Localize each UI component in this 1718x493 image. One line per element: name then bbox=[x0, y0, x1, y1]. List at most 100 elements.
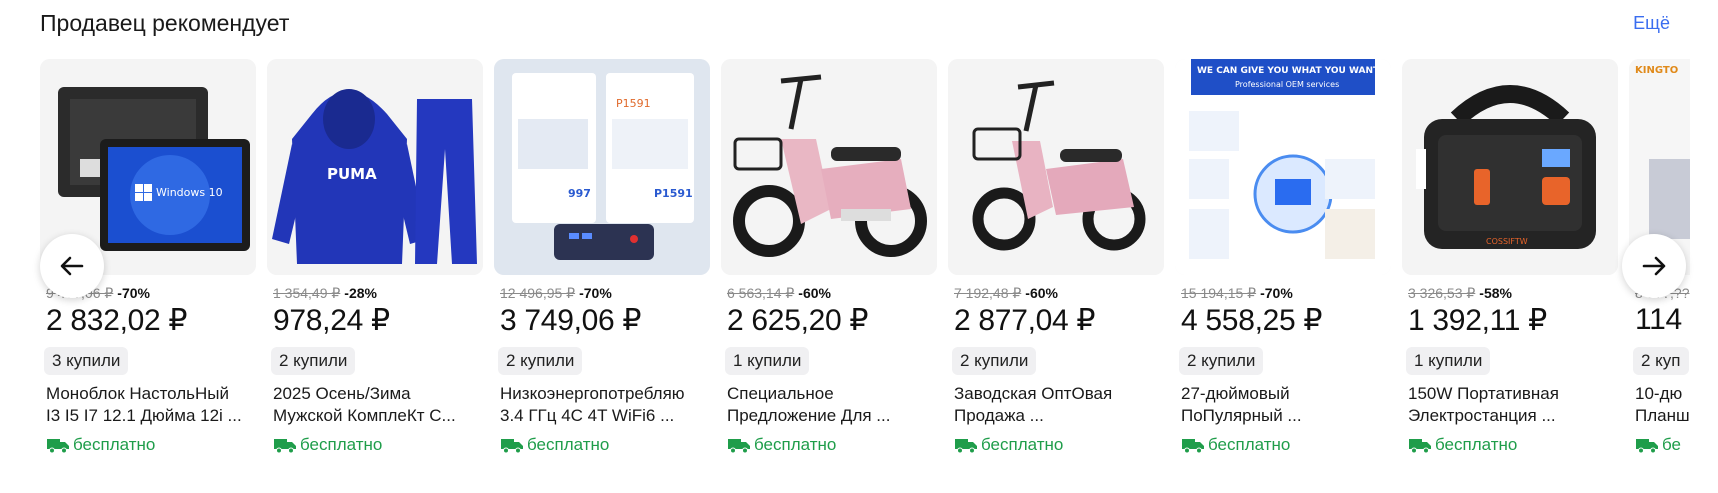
price-old-line: 12 496,95 ₽ -70% bbox=[500, 285, 612, 302]
truck-icon bbox=[274, 439, 296, 454]
image-caption: WE CAN GIVE YOU WHAT YOU WANT bbox=[1197, 66, 1380, 76]
product-title[interactable]: Низкоэнергопотребляю 3.4 ГГц 4C 4T WiFi6… bbox=[500, 383, 708, 427]
shipping-label: бесплатно bbox=[754, 435, 837, 454]
product-title[interactable]: 27-дюймовый ПоПулярный ... bbox=[1181, 383, 1389, 427]
free-shipping: бесплатно bbox=[273, 435, 382, 455]
product-carousel: Windows 10 9 4??,06 ₽-70% 2 832,02 ₽ 3 к… bbox=[40, 59, 1690, 469]
product-image[interactable] bbox=[948, 59, 1164, 275]
truck-icon bbox=[955, 439, 977, 454]
discount-badge: -60% bbox=[1025, 285, 1058, 301]
product-title-line: Планш bbox=[1635, 406, 1690, 425]
carousel-next-button[interactable] bbox=[1622, 234, 1686, 298]
old-price: 15 194,15 ₽ bbox=[1181, 285, 1257, 301]
image-caption: PUMA bbox=[327, 165, 377, 183]
more-link[interactable]: Ещё bbox=[1633, 13, 1670, 34]
bought-count: 3 купили bbox=[44, 347, 129, 375]
old-price: 1 354,49 ₽ bbox=[273, 285, 341, 301]
product-title-line: 3.4 ГГц 4C 4T WiFi6 ... bbox=[500, 406, 675, 425]
svg-text:Professional OEM services: Professional OEM services bbox=[1235, 80, 1339, 89]
bought-count: 2 купили bbox=[271, 347, 356, 375]
current-price: 1 392,11 ₽ bbox=[1408, 304, 1547, 337]
bought-count: 2 купили bbox=[952, 347, 1037, 375]
price-old-line: 3 326,53 ₽ -58% bbox=[1408, 285, 1512, 302]
shipping-label: бесплатно bbox=[981, 435, 1064, 454]
shipping-label: бесплатно bbox=[1208, 435, 1291, 454]
old-price: 6 563,14 ₽ bbox=[727, 285, 795, 301]
shipping-label: бесплатно bbox=[73, 435, 156, 454]
product-card[interactable]: 7 192,48 ₽ -60% 2 877,04 ₽ 2 купили Завод… bbox=[948, 59, 1164, 469]
truck-icon bbox=[728, 439, 750, 454]
discount-badge: -60% bbox=[798, 285, 831, 301]
product-title[interactable]: 10-дю Планш bbox=[1635, 383, 1690, 427]
arrow-right-icon bbox=[1642, 256, 1666, 276]
free-shipping: бесплатно bbox=[46, 435, 155, 455]
price-old-line: 1 354,49 ₽ -28% bbox=[273, 285, 377, 302]
discount-badge: -70% bbox=[579, 285, 612, 301]
product-title-line: ПоПулярный ... bbox=[1181, 406, 1302, 425]
product-title-line: Продажа ... bbox=[954, 406, 1044, 425]
product-title[interactable]: Специальное Предложение Для ... bbox=[727, 383, 935, 427]
product-image[interactable]: P1591 997 P1591 bbox=[494, 59, 710, 275]
product-title-line: Электростанция ... bbox=[1408, 406, 1556, 425]
product-image[interactable] bbox=[721, 59, 937, 275]
product-title-line: Специальное bbox=[727, 384, 834, 403]
image-caption: Windows 10 bbox=[156, 186, 223, 199]
discount-badge: -58% bbox=[1479, 285, 1512, 301]
product-title-line: Заводская ОптОвая bbox=[954, 384, 1113, 403]
image-caption: KINGTO bbox=[1635, 65, 1678, 76]
discount-badge: -70% bbox=[1260, 285, 1293, 301]
product-title-line: Моноблок НастольНый bbox=[46, 384, 230, 403]
carousel-prev-button[interactable] bbox=[40, 234, 104, 298]
product-title[interactable]: 2025 Осень/Зима Мужской КомплеКт С... bbox=[273, 383, 481, 427]
current-price: 4 558,25 ₽ bbox=[1181, 304, 1323, 337]
product-title[interactable]: Моноблок НастольНый I3 I5 I7 12.1 Дюйма … bbox=[46, 383, 254, 427]
old-price: 12 496,95 ₽ bbox=[500, 285, 576, 301]
image-caption: P1591 bbox=[616, 97, 651, 110]
old-price: 7 192,48 ₽ bbox=[954, 285, 1022, 301]
product-card[interactable]: WE CAN GIVE YOU WHAT YOU WANT Profession… bbox=[1175, 59, 1391, 469]
product-title-line: 150W Портативная bbox=[1408, 384, 1559, 403]
product-title-line: 2025 Осень/Зима bbox=[273, 384, 411, 403]
bought-count: 1 купили bbox=[725, 347, 810, 375]
bought-count: 1 купили bbox=[1406, 347, 1491, 375]
product-title[interactable]: 150W Портативная Электростанция ... bbox=[1408, 383, 1616, 427]
current-price: 2 832,02 ₽ bbox=[46, 304, 188, 337]
product-title-line: Предложение Для ... bbox=[727, 406, 891, 425]
truck-icon bbox=[1182, 439, 1204, 454]
free-shipping: бесплатно bbox=[1408, 435, 1517, 455]
shipping-label: бесплатно bbox=[527, 435, 610, 454]
price-old-line: 7 192,48 ₽ -60% bbox=[954, 285, 1058, 302]
product-title[interactable]: Заводская ОптОвая Продажа ... bbox=[954, 383, 1162, 427]
shipping-label: бе bbox=[1662, 435, 1682, 454]
svg-text:P1591: P1591 bbox=[654, 187, 693, 200]
product-card[interactable]: P1591 997 P1591 12 496,95 ₽ -70% 3 749,06… bbox=[494, 59, 710, 469]
arrow-left-icon bbox=[60, 256, 84, 276]
current-price: 978,24 ₽ bbox=[273, 304, 390, 337]
product-card[interactable]: COSSIFTW 3 326,53 ₽ -58% 1 392,11 ₽ 1 куп… bbox=[1402, 59, 1618, 469]
product-title-line: Мужской КомплеКт С... bbox=[273, 406, 456, 425]
product-image[interactable]: PUMA bbox=[267, 59, 483, 275]
discount-badge: -28% bbox=[344, 285, 377, 301]
current-price: 114 bbox=[1635, 303, 1682, 336]
bought-count: 2 купили bbox=[1179, 347, 1264, 375]
current-price: 2 625,20 ₽ bbox=[727, 304, 869, 337]
current-price: 2 877,04 ₽ bbox=[954, 304, 1096, 337]
free-shipping: бесплатно bbox=[727, 435, 836, 455]
product-title-line: Низкоэнергопотребляю bbox=[500, 384, 685, 403]
product-image[interactable]: WE CAN GIVE YOU WHAT YOU WANT Profession… bbox=[1175, 59, 1391, 275]
shipping-label: бесплатно bbox=[1435, 435, 1518, 454]
svg-text:997: 997 bbox=[568, 187, 591, 200]
free-shipping: бе bbox=[1635, 435, 1681, 455]
truck-icon bbox=[501, 439, 523, 454]
bought-count: 2 купили bbox=[498, 347, 583, 375]
product-image[interactable]: COSSIFTW bbox=[1402, 59, 1618, 275]
free-shipping: бесплатно bbox=[954, 435, 1063, 455]
current-price: 3 749,06 ₽ bbox=[500, 304, 642, 337]
free-shipping: бесплатно bbox=[1181, 435, 1290, 455]
product-card[interactable]: 6 563,14 ₽ -60% 2 625,20 ₽ 1 купили Специ… bbox=[721, 59, 937, 469]
truck-icon bbox=[1409, 439, 1431, 454]
product-card[interactable]: PUMA 1 354,49 ₽ -28% 978,24 ₽ 2 купили 20… bbox=[267, 59, 483, 469]
product-title-line: I3 I5 I7 12.1 Дюйма 12i ... bbox=[46, 406, 242, 425]
price-old-line: 6 563,14 ₽ -60% bbox=[727, 285, 831, 302]
free-shipping: бесплатно bbox=[500, 435, 609, 455]
